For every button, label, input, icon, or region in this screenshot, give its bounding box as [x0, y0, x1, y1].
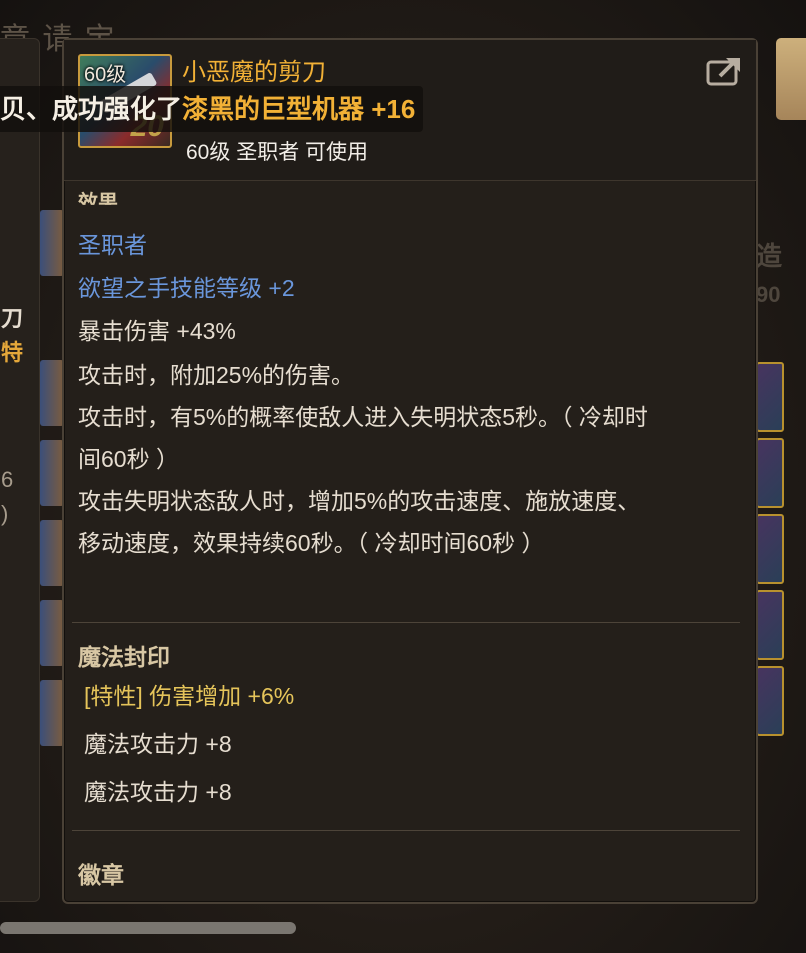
effect-crit-line: 暴击伤害 +43%	[78, 318, 236, 344]
share-export-icon[interactable]	[706, 54, 744, 88]
system-message-banner: 贝、成功强化了漆黑的巨型机器 +16	[0, 86, 424, 132]
effects-label: 效果	[78, 192, 118, 214]
section-divider	[72, 622, 740, 623]
background-ghost-text: 90	[756, 282, 781, 307]
background-slot	[756, 514, 784, 584]
left-text-fragment: 刀	[1, 306, 24, 331]
background-slot	[40, 600, 64, 666]
background-slot	[40, 360, 64, 426]
magic-seal-trait: [特性] 伤害增加 +6%	[84, 683, 295, 709]
background-slot	[756, 590, 784, 660]
background-slot	[756, 438, 784, 508]
icon-level-label: 60级	[84, 64, 127, 86]
background-ghost-text: 造	[756, 241, 783, 271]
effect-attack-line: 攻击时，附加25%的伤害。	[78, 362, 355, 388]
background-slot	[40, 520, 64, 586]
magic-seal-label: 魔法封印	[78, 644, 170, 670]
right-tab[interactable]	[776, 38, 806, 120]
item-requirement: 60级 圣职者 可使用	[186, 141, 369, 164]
banner-prefix: 贝、成功强化了	[0, 94, 183, 124]
background-slot	[40, 680, 64, 746]
effect-speed-line: 移动速度，效果持续60秒。（ 冷却时间60秒 ）	[78, 530, 545, 556]
item-tooltip: 60级 20 小恶魔的剪刀 60级 圣职者 可使用 效果 圣职者 欲望之手技能等…	[62, 38, 758, 904]
magic-seal-stat: 魔法攻击力 +8	[84, 779, 232, 805]
magic-seal-stat: 魔法攻击力 +8	[84, 731, 232, 757]
banner-item: 漆黑的巨型机器 +16	[182, 94, 416, 124]
background-slot	[40, 440, 64, 506]
effect-blind-line: 间60秒 ）	[78, 446, 179, 472]
emblem-label: 徽章	[78, 862, 124, 888]
left-panel: 刀 特 6 )	[0, 38, 40, 902]
effect-blind-line: 攻击时，有5%的概率使敌人进入失明状态5秒。（ 冷却时	[78, 404, 648, 430]
effect-speed-line: 攻击失明状态敌人时，增加5%的攻击速度、施放速度、	[78, 488, 641, 514]
section-divider	[72, 830, 740, 831]
background-slot	[40, 210, 64, 276]
horizontal-scrollbar[interactable]	[0, 922, 296, 934]
item-name: 小恶魔的剪刀	[182, 59, 326, 86]
left-text-fragment: )	[1, 501, 9, 526]
background-slot	[756, 666, 784, 736]
left-text-fragment: 6	[1, 467, 14, 492]
background-slot	[756, 362, 784, 432]
effect-class-line: 圣职者	[78, 232, 147, 258]
effect-skill-line: 欲望之手技能等级 +2	[78, 275, 295, 301]
left-text-fragment: 特	[1, 340, 24, 365]
